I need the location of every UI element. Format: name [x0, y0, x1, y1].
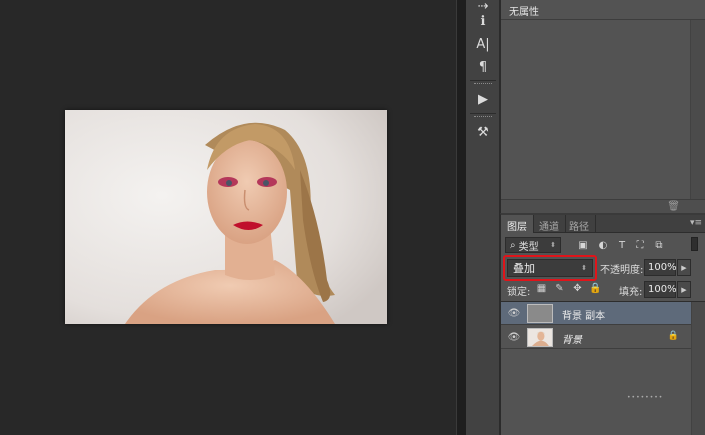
properties-title: 无属性 — [501, 0, 705, 20]
strip-grip[interactable] — [474, 83, 492, 86]
eye-icon[interactable]: 👁 — [507, 307, 521, 319]
eye-icon[interactable]: 👁 — [507, 331, 521, 343]
kind-filter-value: 类型 — [518, 241, 539, 253]
opacity-input[interactable]: 100% — [644, 259, 677, 276]
layer-name: 背景 — [562, 335, 582, 346]
filter-toggle[interactable] — [691, 237, 698, 251]
trash-icon[interactable]: 🗑 — [667, 201, 680, 212]
kind-filter-select[interactable]: ⌕ 类型 ⬍ — [505, 237, 561, 253]
layer-row[interactable]: 👁 背景 副本 — [501, 302, 691, 325]
panel-dock-strip: ⇢ ℹ A| ¶ ▶ ⚒ — [466, 0, 500, 435]
tab-layers[interactable]: 图层 — [501, 215, 534, 233]
shape-filter-icon[interactable]: ⛶ — [633, 238, 647, 252]
layer-row[interactable]: 👁 背景 🔒 — [501, 326, 691, 349]
panel-menu-icon[interactable]: ▾≡ — [690, 218, 702, 228]
fill-label: 填充: — [619, 287, 643, 298]
pixel-filter-icon[interactable]: ▣ — [576, 238, 590, 252]
tool-presets-icon[interactable]: ⚒ — [471, 122, 495, 142]
lock-label: 锁定: — [507, 287, 531, 298]
layers-scrollbar[interactable] — [691, 302, 705, 435]
lock-position-icon[interactable]: ✥ — [571, 282, 584, 295]
character-icon[interactable]: A| — [471, 34, 495, 54]
type-filter-icon[interactable]: T — [615, 238, 629, 252]
properties-footer: 🗑 — [501, 199, 705, 213]
layer-filter-row: ⌕ 类型 ⬍ ▣ ◐ T ⛶ ⧉ — [501, 235, 705, 257]
fill-input[interactable]: 100% — [644, 281, 677, 298]
chevron-updown-icon: ⬍ — [581, 264, 587, 272]
properties-panel: 无属性 🗑 — [500, 0, 705, 213]
lock-all-icon[interactable]: 🔒 — [589, 282, 602, 295]
layer-list: 👁 背景 副本 👁 背景 🔒 •••••••• — [501, 301, 705, 435]
strip-divider — [470, 80, 496, 81]
adjustment-filter-icon[interactable]: ◐ — [596, 238, 610, 252]
panel-separator — [456, 0, 466, 435]
lock-icon: 🔒 — [667, 331, 679, 341]
info-icon[interactable]: ℹ — [471, 11, 495, 31]
layers-tabbar: 图层 通道 路径 ▾≡ — [501, 215, 705, 233]
chevron-updown-icon: ⬍ — [550, 241, 556, 249]
opacity-label: 不透明度: — [600, 265, 644, 276]
tab-channels[interactable]: 通道 — [533, 215, 566, 233]
strip-grip[interactable] — [474, 116, 492, 119]
smart-object-filter-icon[interactable]: ⧉ — [652, 238, 666, 252]
strip-divider — [470, 113, 496, 114]
search-icon: ⌕ — [510, 239, 516, 251]
resize-dots: •••••••• — [627, 394, 664, 401]
lock-image-icon[interactable]: ✎ — [553, 282, 566, 295]
layer-thumbnail — [527, 328, 553, 347]
layer-thumbnail — [527, 304, 553, 323]
document-image — [65, 110, 387, 324]
document-canvas[interactable] — [0, 0, 456, 435]
layer-name: 背景 副本 — [562, 311, 606, 322]
blend-mode-value: 叠加 — [513, 262, 535, 275]
lock-transparency-icon[interactable]: ▦ — [535, 282, 548, 295]
fill-dropdown-button[interactable]: ▶ — [677, 281, 691, 298]
tab-paths[interactable]: 路径 — [563, 215, 596, 233]
properties-scrollbar[interactable] — [690, 20, 705, 200]
opacity-dropdown-button[interactable]: ▶ — [677, 259, 691, 276]
actions-play-icon[interactable]: ▶ — [471, 89, 495, 109]
paragraph-icon[interactable]: ¶ — [471, 57, 495, 77]
blend-mode-select[interactable]: 叠加 ⬍ — [507, 259, 593, 277]
layers-panel: 图层 通道 路径 ▾≡ ⌕ 类型 ⬍ ▣ ◐ T ⛶ ⧉ 叠加 ⬍ 不透明度: … — [500, 213, 705, 435]
